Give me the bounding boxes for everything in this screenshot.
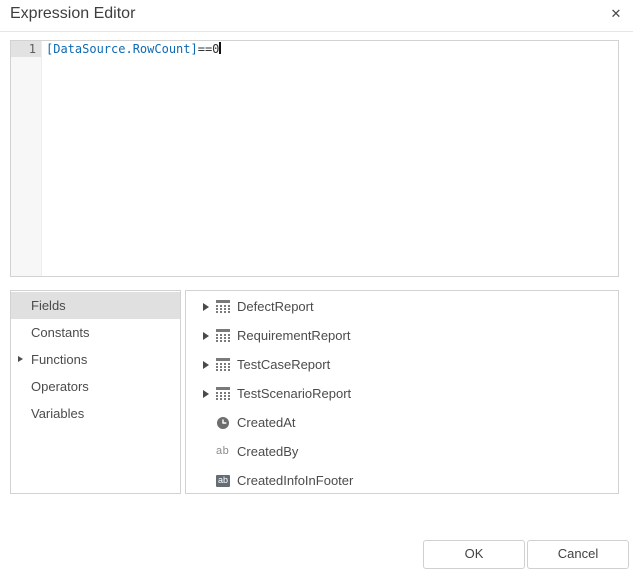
category-label: Fields — [31, 298, 66, 313]
code-input-area[interactable]: [DataSource.RowCount]==0 — [42, 41, 618, 276]
category-item-operators[interactable]: Operators — [11, 373, 180, 400]
table-icon — [216, 329, 237, 342]
tree-item-label: TestScenarioReport — [237, 386, 351, 401]
table-icon — [216, 387, 237, 400]
spacer — [203, 477, 216, 485]
tree-item-label: RequirementReport — [237, 328, 350, 343]
line-number-gutter: 1 — [11, 41, 42, 276]
fields-tree: DefectReport RequirementReport TestCaseR… — [185, 290, 619, 494]
category-item-constants[interactable]: Constants — [11, 319, 180, 346]
clock-icon — [216, 416, 237, 430]
tree-item-requirementreport[interactable]: RequirementReport — [186, 321, 618, 350]
tree-item-label: CreatedInfoInFooter — [237, 473, 353, 488]
dialog-titlebar: Expression Editor ✕ — [0, 0, 633, 32]
dialog-title: Expression Editor — [10, 5, 135, 23]
expand-arrow-icon[interactable] — [203, 332, 216, 340]
category-list: Fields Constants Functions Operators Var… — [10, 290, 181, 494]
category-item-functions[interactable]: Functions — [11, 346, 180, 373]
tree-item-label: TestCaseReport — [237, 357, 330, 372]
text-filled-icon: ab — [216, 475, 237, 487]
ok-button[interactable]: OK — [423, 540, 525, 569]
expand-arrow-icon[interactable] — [18, 356, 23, 362]
expression-code-editor[interactable]: 1 [DataSource.RowCount]==0 — [10, 40, 619, 277]
close-icon[interactable]: ✕ — [605, 3, 627, 25]
category-item-variables[interactable]: Variables — [11, 400, 180, 427]
text-icon: ab — [216, 446, 237, 457]
category-item-fields[interactable]: Fields — [11, 292, 180, 319]
category-label: Operators — [31, 379, 89, 394]
expand-arrow-icon[interactable] — [203, 303, 216, 311]
tree-item-label: CreatedAt — [237, 415, 296, 430]
tree-item-label: CreatedBy — [237, 444, 298, 459]
text-cursor — [219, 42, 221, 54]
category-label: Functions — [31, 352, 87, 367]
tree-item-defectreport[interactable]: DefectReport — [186, 292, 618, 321]
code-token-field: [DataSource.RowCount] — [46, 42, 198, 56]
tree-item-testscenarioreport[interactable]: TestScenarioReport — [186, 379, 618, 408]
tree-item-createdby[interactable]: ab CreatedBy — [186, 437, 618, 466]
table-icon — [216, 300, 237, 313]
spacer — [203, 419, 216, 427]
category-label: Variables — [31, 406, 84, 421]
category-label: Constants — [31, 325, 90, 340]
code-token-operator: ==0 — [198, 42, 220, 56]
expand-arrow-icon[interactable] — [203, 390, 216, 398]
spacer — [203, 448, 216, 456]
tree-item-label: DefectReport — [237, 299, 314, 314]
cancel-button[interactable]: Cancel — [527, 540, 629, 569]
expand-arrow-icon[interactable] — [203, 361, 216, 369]
tree-item-createdat[interactable]: CreatedAt — [186, 408, 618, 437]
table-icon — [216, 358, 237, 371]
tree-item-testcasereport[interactable]: TestCaseReport — [186, 350, 618, 379]
line-number: 1 — [11, 41, 41, 57]
tree-item-createdinfoinfooter[interactable]: ab CreatedInfoInFooter — [186, 466, 618, 494]
